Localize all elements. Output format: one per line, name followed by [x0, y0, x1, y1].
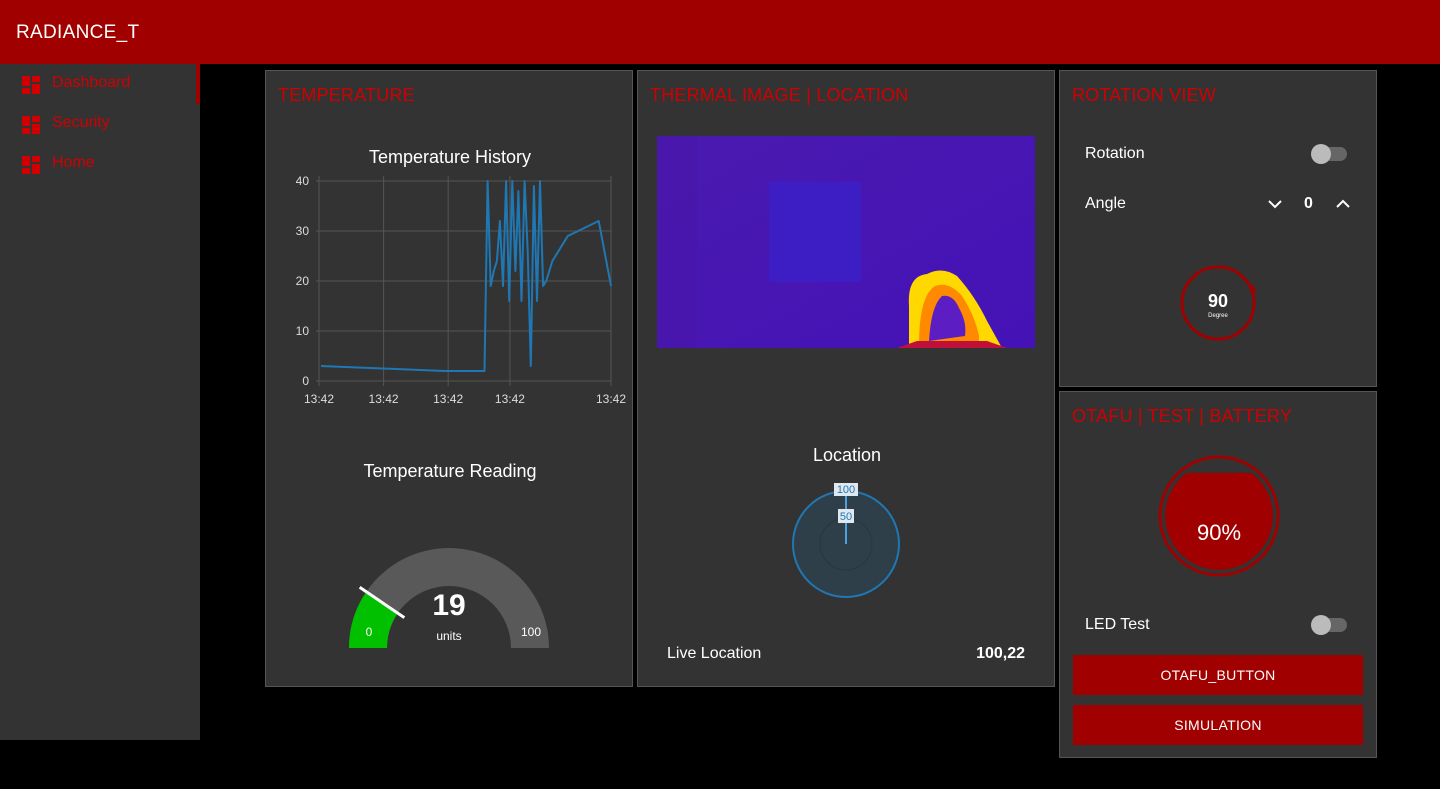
thermal-location-card: THERMAL IMAGE | LOCATION Location 100 50… — [637, 70, 1055, 687]
angle-label: Angle — [1085, 195, 1126, 212]
angle-value: 0 — [1304, 195, 1313, 212]
sidebar: Dashboard Security Home — [0, 64, 200, 740]
chevron-down-icon[interactable] — [1265, 196, 1285, 212]
y-tick-label: 0 — [302, 374, 309, 388]
live-location-value: 100,22 — [976, 645, 1025, 662]
battery-level-indicator: 90% — [1158, 455, 1280, 577]
dashboard-icon — [22, 116, 40, 134]
location-title: Location — [812, 445, 882, 465]
gauge-title: Temperature Reading — [363, 461, 537, 481]
simulation-button[interactable]: SIMULATION — [1073, 705, 1363, 745]
otafu-button[interactable]: OTAFU_BUTTON — [1073, 655, 1363, 695]
rotation-label: Rotation — [1085, 145, 1145, 162]
sidebar-item-dashboard[interactable]: Dashboard — [0, 64, 200, 104]
y-tick-label: 40 — [296, 174, 309, 188]
location-radar: 100 50 — [792, 483, 900, 598]
x-tick-label: 13:42 — [369, 392, 399, 406]
otafu-card: OTAFU | TEST | BATTERY 90% LED Test OTAF… — [1059, 391, 1377, 758]
y-tick-label: 20 — [296, 274, 309, 288]
thermal-image — [657, 136, 1035, 348]
gauge-min: 0 — [366, 625, 373, 639]
dial-unit: Degree — [1208, 313, 1228, 319]
y-tick-label: 10 — [296, 324, 309, 338]
dial-value: 90 — [1208, 291, 1228, 311]
gauge-units: units — [436, 629, 461, 643]
chart-title: Temperature History — [368, 147, 532, 167]
x-tick-label: 13:42 — [495, 392, 525, 406]
app-title: RADIANCE_T — [16, 22, 140, 43]
temperature-card: TEMPERATURE Temperature History 0 10 20 30 4… — [265, 70, 633, 687]
sidebar-item-label: Security — [52, 114, 110, 131]
sidebar-item-label: Dashboard — [52, 74, 131, 91]
sidebar-item-home[interactable]: Home — [0, 144, 200, 184]
radar-label-outer: 100 — [837, 484, 855, 496]
sidebar-item-security[interactable]: Security — [0, 104, 200, 144]
rotation-dial: 90 Degree — [1180, 265, 1257, 341]
live-location-label: Live Location — [667, 645, 762, 662]
temperature-gauge: 19 units 0 100 — [349, 548, 549, 648]
battery-value: 90% — [1197, 520, 1241, 545]
rotation-card: ROTATION VIEW Rotation Angle 0 90 Degree — [1059, 70, 1377, 387]
temperature-history-chart: 0 10 20 30 40 13:42 13:42 13:42 13:42 13:42 — [296, 174, 626, 406]
chevron-up-icon[interactable] — [1333, 196, 1353, 212]
sidebar-item-label: Home — [52, 154, 95, 171]
x-tick-label: 13:42 — [596, 392, 626, 406]
gauge-max: 100 — [521, 625, 541, 639]
card-title: ROTATION VIEW — [1072, 85, 1216, 105]
dashboard-icon — [22, 156, 40, 174]
card-title: THERMAL IMAGE | LOCATION — [650, 85, 909, 105]
card-title: OTAFU | TEST | BATTERY — [1072, 406, 1293, 426]
gauge-value: 19 — [432, 589, 465, 622]
radar-label-inner: 50 — [840, 511, 852, 523]
y-tick-label: 30 — [296, 224, 309, 238]
x-tick-label: 13:42 — [304, 392, 334, 406]
rotation-toggle[interactable] — [1311, 144, 1347, 164]
led-test-label: LED Test — [1085, 616, 1150, 633]
top-bar: RADIANCE_T — [0, 0, 1440, 64]
series-line — [320, 180, 612, 372]
led-test-toggle[interactable] — [1311, 615, 1347, 635]
x-tick-label: 13:42 — [433, 392, 463, 406]
card-title: TEMPERATURE — [278, 85, 415, 105]
dashboard-icon — [22, 76, 40, 94]
